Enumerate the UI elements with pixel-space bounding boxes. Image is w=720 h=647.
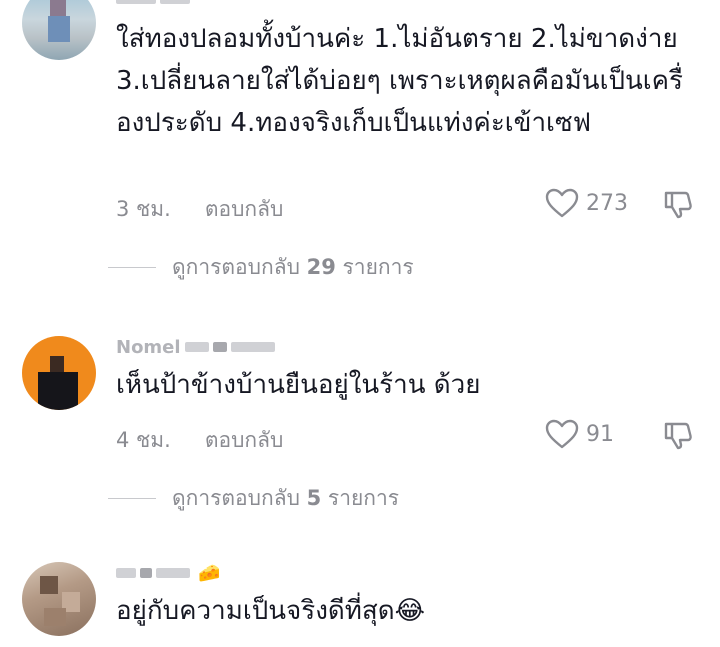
view-replies-button[interactable]: ดูการตอบกลับ 29 รายการ: [108, 251, 414, 284]
dislike-button[interactable]: [662, 420, 694, 452]
username[interactable]: 🧀: [116, 562, 220, 584]
divider: [108, 497, 156, 500]
divider: [108, 266, 156, 269]
cheese-emoji-icon: 🧀: [198, 562, 221, 584]
timestamp: 4 ชม.: [116, 428, 171, 452]
avatar[interactable]: [22, 0, 96, 60]
heart-icon: [544, 187, 580, 219]
comment-meta: 4 ชม. ตอบกลับ: [116, 424, 283, 457]
comment-text: เห็นป้าข้างบ้านยืนอยู่ในร้าน ด้วย: [116, 370, 481, 400]
comment-text: อยู่กับความเป็นจริงดีที่สุด😂: [116, 596, 426, 626]
avatar[interactable]: [22, 336, 96, 410]
comment-meta: 3 ชม. ตอบกลับ: [116, 193, 283, 226]
like-button[interactable]: 91: [544, 418, 614, 450]
like-count: 91: [586, 421, 614, 447]
view-replies-button[interactable]: ดูการตอบกลับ 5 รายการ: [108, 482, 399, 515]
like-button[interactable]: 273: [544, 187, 628, 219]
thumbs-down-icon: [662, 420, 694, 452]
username[interactable]: [116, 0, 194, 10]
reply-button[interactable]: ตอบกลับ: [205, 424, 284, 457]
like-count: 273: [586, 190, 628, 216]
reply-button[interactable]: ตอบกลับ: [205, 193, 284, 226]
dislike-button[interactable]: [662, 189, 694, 221]
avatar[interactable]: [22, 562, 96, 636]
heart-icon: [544, 418, 580, 450]
thumbs-down-icon: [662, 189, 694, 221]
timestamp: 3 ชม.: [116, 197, 171, 221]
username[interactable]: Nomel: [116, 336, 275, 358]
comment-text: ใส่ทองปลอมทั้งบ้านค่ะ 1.ไม่อันตราย 2.ไม่…: [116, 24, 686, 138]
